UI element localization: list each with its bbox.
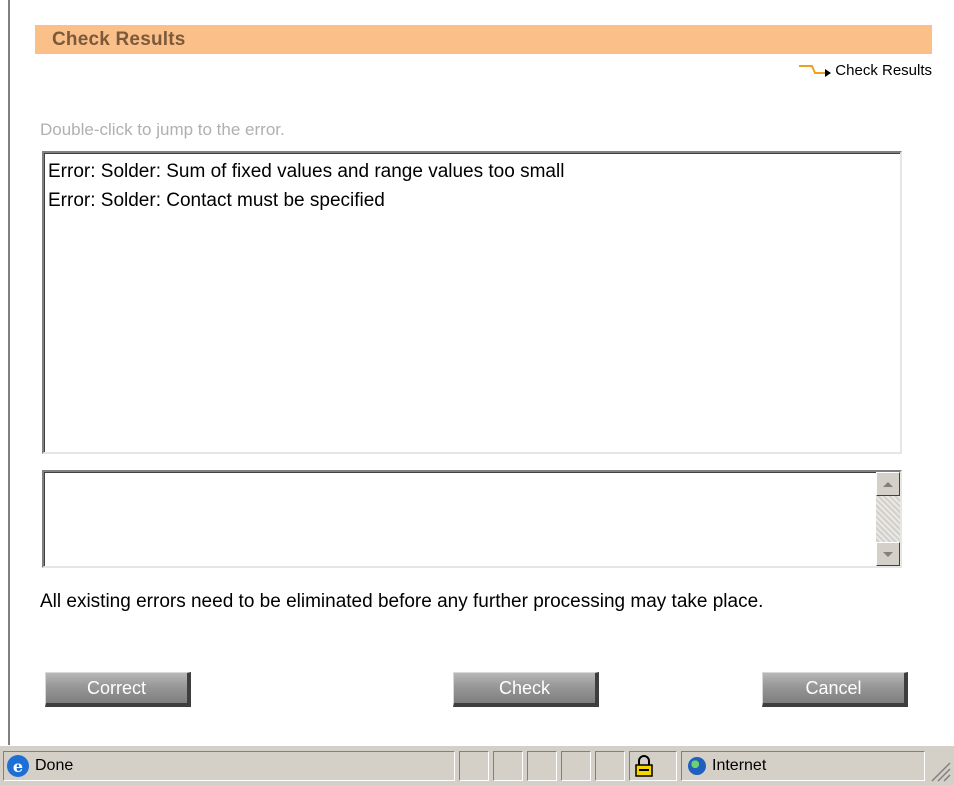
status-panel-empty xyxy=(595,751,625,781)
status-panel: e Done xyxy=(3,751,455,781)
zone-panel: Internet xyxy=(681,751,925,781)
breadcrumb-arrow-icon xyxy=(799,65,832,77)
error-list-item[interactable]: Error: Solder: Sum of fixed values and r… xyxy=(48,157,896,186)
scroll-down-button[interactable] xyxy=(876,542,900,566)
error-list[interactable]: Error: Solder: Sum of fixed values and r… xyxy=(42,151,902,454)
processing-notice: All existing errors need to be eliminate… xyxy=(40,591,764,612)
status-panel-empty xyxy=(493,751,523,781)
status-panel-empty xyxy=(459,751,489,781)
status-text: Done xyxy=(35,757,74,774)
security-zone-label: Internet xyxy=(712,757,767,774)
lock-icon xyxy=(635,755,653,777)
globe-icon xyxy=(688,757,706,775)
scroll-up-icon xyxy=(883,481,893,487)
left-frame-border xyxy=(0,0,11,745)
status-panel-empty xyxy=(561,751,591,781)
scroll-up-button[interactable] xyxy=(876,472,900,496)
correct-button[interactable]: Correct xyxy=(45,672,191,707)
scroll-down-icon xyxy=(883,551,893,557)
breadcrumb-label[interactable]: Check Results xyxy=(835,62,932,79)
breadcrumb[interactable]: Check Results xyxy=(798,60,932,80)
security-panel xyxy=(629,751,677,781)
check-button[interactable]: Check xyxy=(453,672,599,707)
ie-page-icon: e xyxy=(7,755,29,777)
page-title: Check Results xyxy=(52,29,186,50)
status-panel-empty xyxy=(527,751,557,781)
error-detail-textarea[interactable] xyxy=(42,470,902,568)
instruction-hint: Double-click to jump to the error. xyxy=(40,120,285,139)
section-header: Check Results xyxy=(35,25,932,54)
detail-scrollbar[interactable] xyxy=(876,472,900,566)
error-list-item[interactable]: Error: Solder: Contact must be specified xyxy=(48,186,896,215)
cancel-button[interactable]: Cancel xyxy=(762,672,908,707)
resize-grip-icon[interactable] xyxy=(928,759,952,783)
browser-status-bar: e Done Internet xyxy=(0,745,954,785)
